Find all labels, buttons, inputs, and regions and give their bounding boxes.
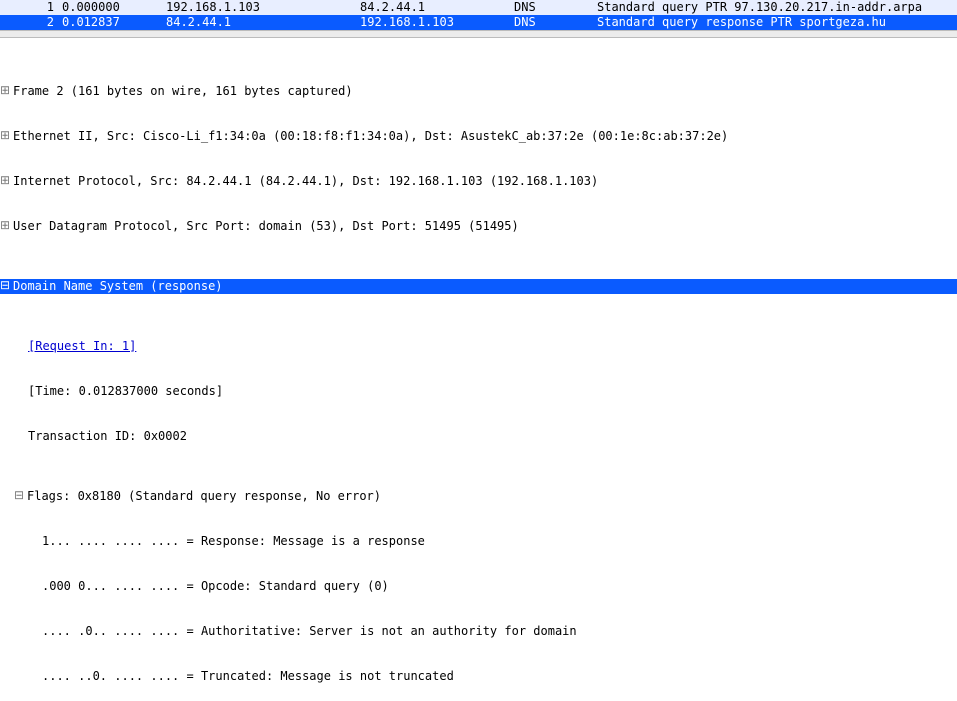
collapse-icon[interactable]: ⊟	[14, 489, 24, 504]
expand-icon[interactable]: ⊞	[0, 174, 10, 189]
expand-icon[interactable]: ⊞	[0, 129, 10, 144]
packet-details-tree[interactable]: ⊞ Frame 2 (161 bytes on wire, 161 bytes …	[0, 38, 957, 701]
tree-label: 1... .... .... .... = Response: Message …	[42, 534, 425, 549]
col-info: Standard query response PTR sportgeza.hu	[593, 15, 957, 30]
tree-label: Frame 2 (161 bytes on wire, 161 bytes ca…	[13, 84, 353, 99]
col-dest: 84.2.44.1	[356, 0, 510, 15]
col-info: Standard query PTR 97.130.20.217.in-addr…	[593, 0, 957, 15]
col-source: 84.2.44.1	[162, 15, 356, 30]
tree-flags[interactable]: ⊟ Flags: 0x8180 (Standard query response…	[0, 489, 957, 504]
tree-ip[interactable]: ⊞ Internet Protocol, Src: 84.2.44.1 (84.…	[0, 174, 957, 189]
packet-row-1[interactable]: 1 0.000000 192.168.1.103 84.2.44.1 DNS S…	[0, 0, 957, 15]
request-in-link[interactable]: [Request In: 1]	[28, 339, 136, 354]
packet-row-2[interactable]: 2 0.012837 84.2.44.1 192.168.1.103 DNS S…	[0, 15, 957, 30]
tree-label: User Datagram Protocol, Src Port: domain…	[13, 219, 519, 234]
tree-frame[interactable]: ⊞ Frame 2 (161 bytes on wire, 161 bytes …	[0, 84, 957, 99]
packet-list[interactable]: 1 0.000000 192.168.1.103 84.2.44.1 DNS S…	[0, 0, 957, 30]
collapse-icon[interactable]: ⊟	[0, 279, 10, 294]
col-time: 0.012837	[58, 15, 162, 30]
tree-flag-response[interactable]: 1... .... .... .... = Response: Message …	[0, 534, 957, 549]
expand-icon[interactable]: ⊞	[0, 219, 10, 234]
col-num: 2	[0, 15, 58, 30]
tree-time[interactable]: [Time: 0.012837000 seconds]	[0, 384, 957, 399]
col-time: 0.000000	[58, 0, 162, 15]
tree-flag-truncated[interactable]: .... ..0. .... .... = Truncated: Message…	[0, 669, 957, 684]
col-num: 1	[0, 0, 58, 15]
tree-label: Transaction ID: 0x0002	[28, 429, 187, 444]
col-dest: 192.168.1.103	[356, 15, 510, 30]
col-proto: DNS	[510, 15, 593, 30]
tree-label: .000 0... .... .... = Opcode: Standard q…	[42, 579, 389, 594]
col-source: 192.168.1.103	[162, 0, 356, 15]
tree-udp[interactable]: ⊞ User Datagram Protocol, Src Port: doma…	[0, 219, 957, 234]
tree-label: Flags: 0x8180 (Standard query response, …	[27, 489, 381, 504]
tree-dns[interactable]: ⊟ Domain Name System (response)	[0, 279, 957, 294]
tree-txid[interactable]: Transaction ID: 0x0002	[0, 429, 957, 444]
expand-icon[interactable]: ⊞	[0, 84, 10, 99]
tree-ethernet[interactable]: ⊞ Ethernet II, Src: Cisco-Li_f1:34:0a (0…	[0, 129, 957, 144]
tree-flag-authoritative[interactable]: .... .0.. .... .... = Authoritative: Ser…	[0, 624, 957, 639]
pane-divider[interactable]	[0, 30, 957, 38]
col-proto: DNS	[510, 0, 593, 15]
tree-flag-opcode[interactable]: .000 0... .... .... = Opcode: Standard q…	[0, 579, 957, 594]
tree-label: Internet Protocol, Src: 84.2.44.1 (84.2.…	[13, 174, 598, 189]
tree-label: [Time: 0.012837000 seconds]	[28, 384, 223, 399]
tree-label: .... .0.. .... .... = Authoritative: Ser…	[42, 624, 577, 639]
tree-label: Domain Name System (response)	[13, 279, 223, 294]
tree-label: .... ..0. .... .... = Truncated: Message…	[42, 669, 454, 684]
tree-label: Ethernet II, Src: Cisco-Li_f1:34:0a (00:…	[13, 129, 728, 144]
tree-request-in[interactable]: [Request In: 1]	[0, 339, 957, 354]
